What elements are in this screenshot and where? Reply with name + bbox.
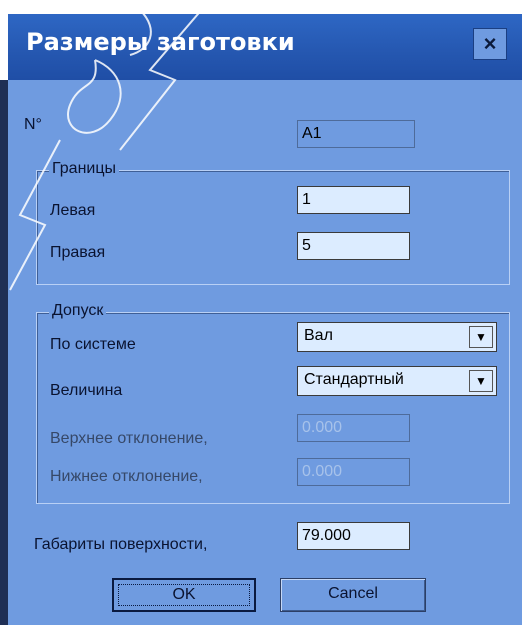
system-label: По системе xyxy=(50,336,136,353)
upper-deviation-label: Верхнее отклонение, xyxy=(50,430,208,447)
surface-size-input[interactable]: 79.000 xyxy=(297,522,410,550)
upper-deviation-input: 0.000 xyxy=(297,414,410,442)
focus-rect xyxy=(118,584,250,606)
cancel-button[interactable]: Cancel xyxy=(280,578,426,612)
magnitude-label: Величина xyxy=(50,382,123,399)
dialog-body: N° A1 Границы Левая 1 Правая 5 Допуск По… xyxy=(8,80,522,625)
magnitude-select[interactable]: Стандартный ▼ xyxy=(297,366,497,396)
dialog-window: Размеры заготовки × N° A1 Границы Левая … xyxy=(8,14,522,625)
left-bound-label: Левая xyxy=(50,202,96,219)
right-bound-label: Правая xyxy=(50,244,106,261)
cancel-label: Cancel xyxy=(328,585,378,602)
chevron-down-icon[interactable]: ▼ xyxy=(469,326,493,348)
number-field: A1 xyxy=(297,120,415,148)
right-bound-input[interactable]: 5 xyxy=(297,232,410,260)
title-bar[interactable]: Размеры заготовки × xyxy=(8,14,522,80)
lower-deviation-label: Нижнее отклонение, xyxy=(50,468,203,485)
chevron-down-icon[interactable]: ▼ xyxy=(469,370,493,392)
bounds-legend: Границы xyxy=(49,160,119,178)
magnitude-value: Стандартный xyxy=(304,371,404,388)
window-title: Размеры заготовки xyxy=(26,28,295,56)
close-button[interactable]: × xyxy=(473,28,507,60)
tolerance-legend: Допуск xyxy=(49,302,107,320)
close-icon: × xyxy=(483,31,497,56)
system-select[interactable]: Вал ▼ xyxy=(297,322,497,352)
window-edge xyxy=(0,80,8,625)
ok-button[interactable]: OK xyxy=(112,578,256,612)
bounds-group: Границы xyxy=(36,160,510,285)
system-value: Вал xyxy=(304,327,333,344)
number-label: N° xyxy=(24,116,42,133)
left-bound-input[interactable]: 1 xyxy=(297,186,410,214)
lower-deviation-input: 0.000 xyxy=(297,458,410,486)
surface-size-label: Габариты поверхности, xyxy=(34,536,208,553)
